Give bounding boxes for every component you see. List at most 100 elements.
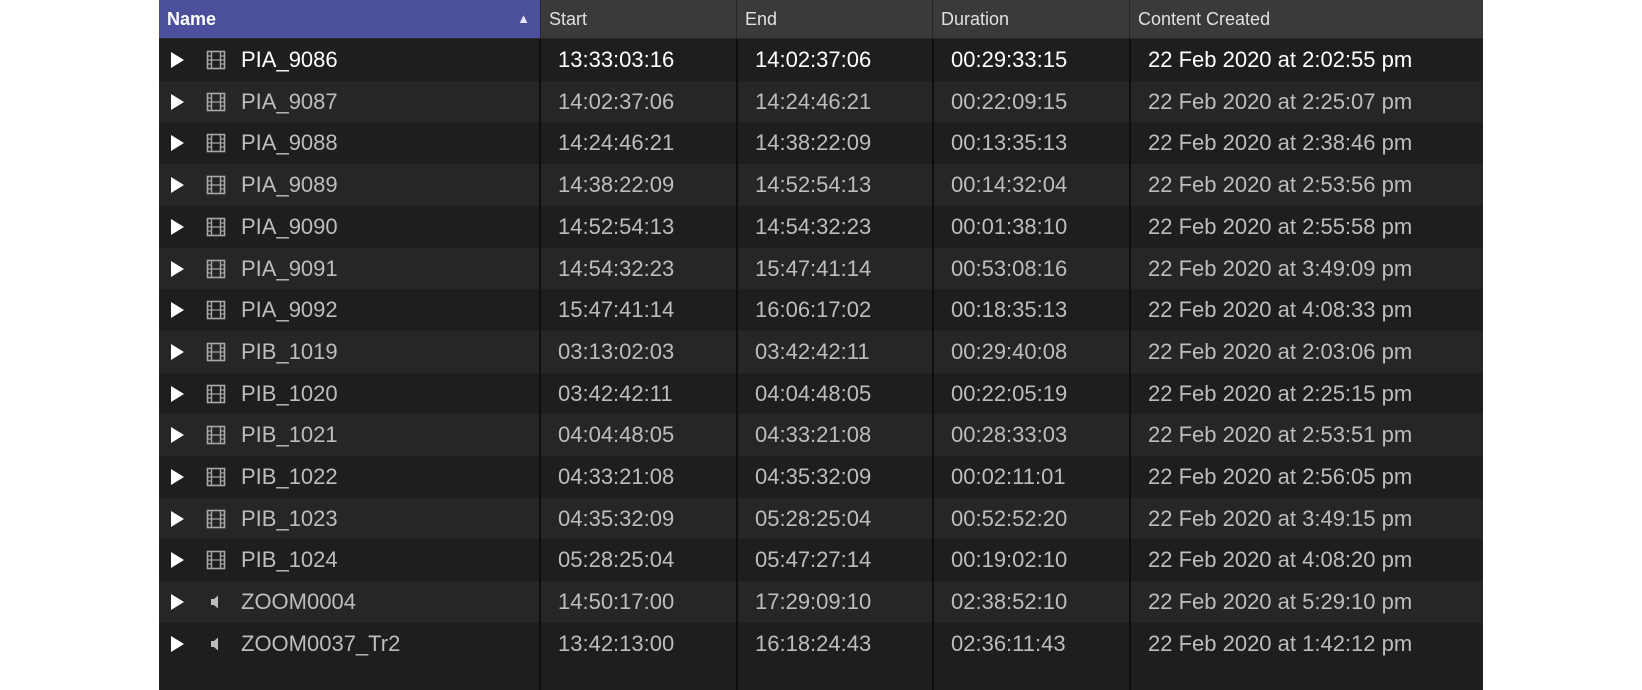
cell-duration: 00:14:32:04: [951, 172, 1068, 198]
duration-column-label: Duration: [941, 9, 1010, 29]
cell-start: 03:13:02:03: [558, 338, 675, 364]
disclosure-triangle-icon[interactable]: [171, 302, 184, 319]
cell-end: 14:24:46:21: [755, 88, 872, 114]
cell-start: 05:28:25:04: [558, 547, 675, 573]
table-row[interactable]: PIA_9089 14:38:22:09 14:52:54:13 00:14:32:0…: [159, 164, 1483, 206]
clip-name: PIB_1024: [241, 547, 338, 573]
disclosure-triangle-icon[interactable]: [171, 260, 184, 277]
clip-name: PIB_1023: [241, 505, 338, 531]
clip-browser: Name ▲ Start End Duration Content Create…: [159, 0, 1483, 690]
cell-start: 04:35:32:09: [558, 505, 675, 531]
cell-end: 14:54:32:23: [755, 213, 872, 239]
film-clip-icon: [206, 467, 226, 487]
cell-start: 15:47:41:14: [558, 297, 675, 323]
disclosure-triangle-icon[interactable]: [171, 552, 184, 569]
cell-end: 17:29:09:10: [755, 589, 872, 615]
cell-created: 22 Feb 2020 at 3:49:09 pm: [1148, 255, 1413, 281]
table-row[interactable]: PIA_9088 14:24:46:21 14:38:22:09 00:13:35:1…: [159, 122, 1483, 164]
film-clip-icon: [206, 217, 226, 237]
column-divider: [539, 39, 541, 690]
content-created-column-header[interactable]: Content Created: [1130, 0, 1483, 38]
clip-name: PIB_1020: [241, 380, 338, 406]
disclosure-triangle-icon[interactable]: [171, 510, 184, 527]
table-row[interactable]: PIA_9091 14:54:32:23 15:47:41:14 00:53:08:1…: [159, 247, 1483, 290]
cell-duration: 00:22:05:19: [951, 380, 1068, 406]
film-clip-icon: [206, 342, 226, 362]
table-row[interactable]: PIB_1023 04:35:32:09 05:28:25:04 00:52:52:2…: [159, 497, 1483, 540]
clip-name: PIA_9092: [241, 297, 338, 323]
disclosure-triangle-icon[interactable]: [171, 427, 184, 444]
disclosure-triangle-icon[interactable]: [171, 135, 184, 152]
cell-created: 22 Feb 2020 at 2:53:51 pm: [1148, 422, 1413, 448]
disclosure-triangle-icon[interactable]: [171, 635, 184, 652]
disclosure-triangle-icon[interactable]: [171, 469, 184, 485]
cell-created: 22 Feb 2020 at 2:25:15 pm: [1148, 380, 1413, 406]
table-row[interactable]: ZOOM0004 14:50:17:00 17:29:09:10 02:38:52:1…: [159, 581, 1483, 623]
clip-name: PIA_9091: [241, 255, 338, 281]
disclosure-triangle-icon[interactable]: [171, 218, 184, 235]
cell-start: 14:54:32:23: [558, 255, 675, 281]
disclosure-triangle-icon[interactable]: [171, 93, 184, 110]
cell-start: 14:24:46:21: [558, 130, 675, 156]
sort-ascending-icon: ▲: [517, 11, 530, 26]
cell-end: 04:35:32:09: [755, 464, 872, 489]
end-column-label: End: [745, 9, 778, 29]
clip-name: PIA_9086: [241, 47, 338, 72]
cell-created: 22 Feb 2020 at 2:56:05 pm: [1148, 464, 1413, 489]
name-column-header[interactable]: Name ▲: [159, 0, 541, 38]
cell-duration: 02:38:52:10: [951, 589, 1068, 615]
cell-start: 13:33:03:16: [558, 47, 675, 72]
table-row[interactable]: ZOOM0037_Tr2 13:42:13:00 16:18:24:43 02:36:…: [159, 623, 1483, 665]
table-row[interactable]: PIB_1024 05:28:25:04 05:47:27:14 00:19:02:1…: [159, 539, 1483, 581]
table-row[interactable]: PIA_9087 14:02:37:06 14:24:46:21 00:22:09:1…: [159, 80, 1483, 123]
disclosure-triangle-icon[interactable]: [171, 385, 184, 402]
column-divider: [932, 39, 934, 690]
cell-created: 22 Feb 2020 at 2:25:07 pm: [1148, 88, 1413, 114]
film-clip-icon: [206, 92, 226, 112]
film-clip-icon: [206, 550, 226, 570]
cell-created: 22 Feb 2020 at 2:53:56 pm: [1148, 172, 1413, 198]
cell-duration: 00:29:33:15: [951, 47, 1068, 72]
cell-created: 22 Feb 2020 at 5:29:10 pm: [1148, 589, 1413, 615]
duration-column-header[interactable]: Duration: [933, 0, 1130, 38]
film-clip-icon: [206, 259, 226, 279]
table-row[interactable]: PIB_1019 03:13:02:03 03:42:42:11 00:29:40:0…: [159, 330, 1483, 373]
cell-created: 22 Feb 2020 at 2:55:58 pm: [1148, 213, 1413, 239]
disclosure-triangle-icon[interactable]: [171, 177, 184, 194]
table-row[interactable]: PIB_1021 04:04:48:05 04:33:21:08 00:28:33:0…: [159, 414, 1483, 456]
disclosure-triangle-icon[interactable]: [171, 343, 184, 360]
film-clip-icon: [206, 50, 226, 70]
disclosure-triangle-icon[interactable]: [171, 594, 184, 611]
film-clip-icon: [206, 509, 226, 529]
clip-name: PIA_9087: [241, 88, 338, 114]
cell-end: 04:04:48:05: [755, 380, 872, 406]
table-row[interactable]: PIA_9090 14:52:54:13 14:54:32:23 00:01:38:1…: [159, 206, 1483, 248]
table-row[interactable]: PIB_1020 03:42:42:11 04:04:48:05 00:22:05:1…: [159, 373, 1483, 415]
cell-end: 05:28:25:04: [755, 505, 872, 531]
table-row[interactable]: PIA_9086 13:33:03:16 14:02:37:06 00:29:33:1…: [159, 39, 1483, 81]
clip-name: PIB_1019: [241, 338, 338, 364]
clip-name: ZOOM0004: [241, 589, 356, 615]
cell-start: 14:02:37:06: [558, 88, 675, 114]
disclosure-triangle-icon[interactable]: [171, 52, 184, 68]
cell-duration: 00:18:35:13: [951, 297, 1068, 323]
cell-created: 22 Feb 2020 at 1:42:12 pm: [1148, 630, 1413, 656]
cell-duration: 00:53:08:16: [951, 255, 1068, 281]
cell-start: 04:04:48:05: [558, 422, 675, 448]
clip-name: PIB_1022: [241, 464, 338, 489]
cell-duration: 02:36:11:43: [951, 630, 1066, 656]
table-row[interactable]: PIB_1022 04:33:21:08 04:35:32:09 00:02:11:0…: [159, 456, 1483, 498]
column-header-bar: Name ▲ Start End Duration Content Create…: [159, 0, 1483, 39]
cell-end: 03:42:42:11: [755, 338, 870, 364]
audio-clip-icon: [206, 634, 226, 654]
cell-start: 13:42:13:00: [558, 630, 675, 656]
cell-end: 04:33:21:08: [755, 422, 872, 448]
cell-end: 16:18:24:43: [755, 630, 872, 656]
cell-created: 22 Feb 2020 at 2:03:06 pm: [1148, 338, 1413, 364]
table-row[interactable]: PIA_9092 15:47:41:14 16:06:17:02 00:18:35:1…: [159, 289, 1483, 331]
end-column-header[interactable]: End: [737, 0, 933, 38]
cell-created: 22 Feb 2020 at 2:02:55 pm: [1148, 47, 1413, 72]
start-column-header[interactable]: Start: [541, 0, 737, 38]
column-divider: [736, 39, 738, 690]
cell-duration: 00:19:02:10: [951, 547, 1068, 573]
